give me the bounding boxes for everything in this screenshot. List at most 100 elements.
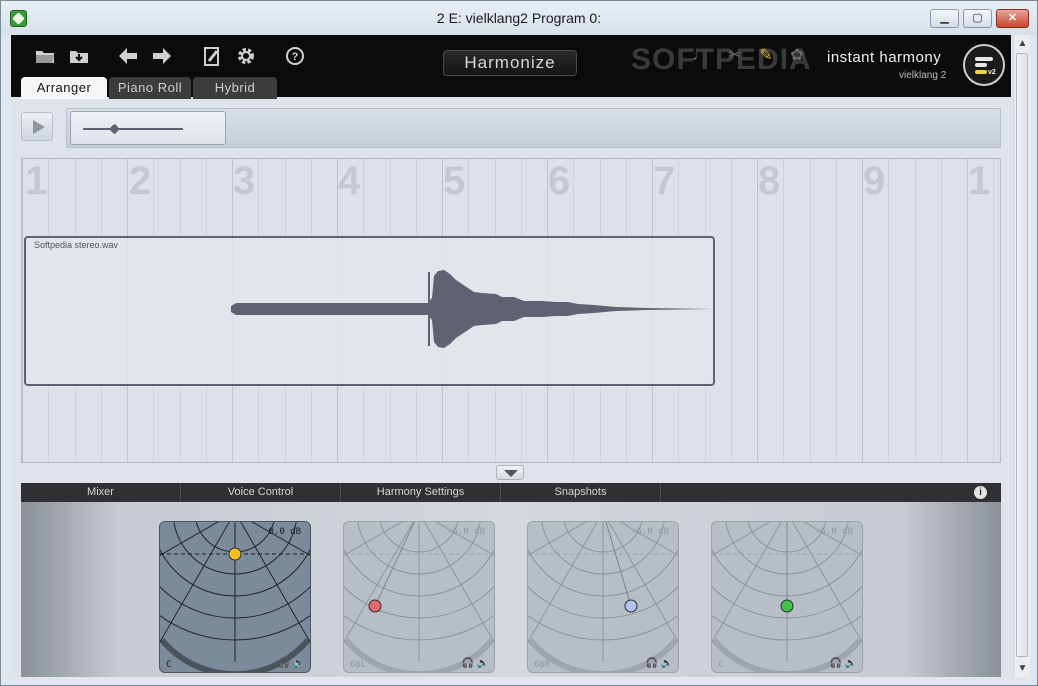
plugin-area: ? Harmonize SOFTPEDIA ♩ ✂ ✎ ✿ instant ha…	[11, 35, 1011, 677]
voice-pan: C	[166, 660, 172, 670]
speaker-icon[interactable]: 🔈	[661, 658, 673, 669]
header-bar: ? Harmonize SOFTPEDIA ♩ ✂ ✎ ✿ instant ha…	[11, 35, 1011, 99]
mixer-panel: 0.0 dB C 🎧 🔈 -6.0 dB 66L 🎧 🔈 -6.0 dB 66R…	[21, 502, 1001, 677]
ruler-number: 5	[443, 159, 466, 203]
gear-icon[interactable]	[235, 45, 257, 67]
tab-snapshots[interactable]: Snapshots	[501, 483, 661, 502]
pan-ray	[608, 522, 678, 643]
folder-save-icon[interactable]	[68, 45, 90, 67]
pan-ray	[424, 522, 494, 643]
watermark-text: SOFTPEDIA	[631, 43, 812, 76]
overview-waveform	[83, 124, 183, 134]
voice-volume: -6.0 dB	[631, 527, 669, 537]
voice-position-dot[interactable]	[368, 599, 382, 613]
ruler-number: 4	[338, 159, 361, 203]
info-icon[interactable]: i	[974, 486, 987, 499]
ruler-number: 7	[653, 159, 676, 203]
scrollbar-thumb[interactable]	[1016, 53, 1028, 657]
bar-line	[862, 159, 863, 462]
help-icon[interactable]: ?	[284, 45, 306, 67]
voice-volume: -6.0 dB	[815, 527, 853, 537]
audio-clip[interactable]: Softpedia stereo.wav	[24, 236, 715, 386]
beat-line	[731, 159, 732, 462]
voice-pan: 66R	[534, 660, 551, 670]
logo-badge: v2	[988, 69, 996, 76]
headphones-icon[interactable]: 🎧	[830, 658, 842, 669]
clip-waveform	[231, 270, 713, 348]
voice-pad-4[interactable]: -6.0 dB C 🎧 🔈	[711, 521, 863, 673]
metronome-icon[interactable]: ♩	[691, 47, 709, 65]
beat-line	[836, 159, 837, 462]
brand-logo: v2	[963, 44, 1005, 86]
speaker-icon[interactable]: 🔈	[477, 658, 489, 669]
ruler-number: 1	[968, 159, 991, 203]
title-bar: 2 E: vielklang2 Program 0: ▁ ▢ ✕	[1, 1, 1037, 35]
vertical-scrollbar[interactable]: ▲ ▼	[1013, 35, 1030, 677]
tab-voice-control[interactable]: Voice Control	[181, 483, 341, 502]
voice-position-dot[interactable]	[624, 599, 638, 613]
beat-line	[941, 159, 942, 462]
voice-pad-3[interactable]: -6.0 dB 66R 🎧 🔈	[527, 521, 679, 673]
overview-track[interactable]	[66, 108, 1001, 148]
voice-pan: 66L	[350, 660, 367, 670]
ruler-number: 2	[129, 159, 152, 203]
bar-line	[967, 159, 968, 462]
voice-pan: C	[718, 660, 724, 670]
tab-piano-roll[interactable]: Piano Roll	[109, 77, 191, 99]
beat-line	[993, 159, 994, 462]
voice-pad-2[interactable]: -6.0 dB 66L 🎧 🔈	[343, 521, 495, 673]
ruler-number: 6	[548, 159, 571, 203]
eraser-icon[interactable]: ✿	[788, 47, 806, 65]
pencil-icon[interactable]	[201, 45, 223, 67]
pan-ray	[344, 522, 414, 643]
svg-text:?: ?	[292, 51, 299, 63]
brand-subtitle: vielklang 2	[899, 70, 947, 81]
tab-mixer[interactable]: Mixer	[21, 483, 181, 502]
pan-ray	[712, 522, 782, 643]
voice-position-dot[interactable]	[228, 547, 242, 561]
tab-arranger[interactable]: Arranger	[21, 77, 107, 99]
pan-ray	[240, 522, 310, 643]
bar-line	[757, 159, 758, 462]
ruler-number: 3	[233, 159, 256, 203]
bar-line	[22, 159, 23, 462]
clip-name: Softpedia stereo.wav	[34, 240, 119, 250]
beat-line	[888, 159, 889, 462]
brand-name: instant harmony	[827, 49, 942, 66]
arrangement-area[interactable]: 1 2 3 4 5 6 7 8 9 1 Softpedia stereo.wav	[21, 158, 1001, 463]
pan-ray	[792, 522, 862, 643]
maximize-button[interactable]: ▢	[963, 9, 992, 28]
headphones-icon[interactable]: 🎧	[646, 658, 658, 669]
beat-line	[810, 159, 811, 462]
pencil-tool-icon[interactable]: ✎	[757, 47, 775, 65]
beat-line	[783, 159, 784, 462]
speaker-icon[interactable]: 🔈	[293, 658, 305, 669]
headphones-icon[interactable]: 🎧	[462, 658, 474, 669]
headphones-icon[interactable]: 🎧	[278, 658, 290, 669]
arrow-right-icon[interactable]	[151, 45, 173, 67]
app-window: 2 E: vielklang2 Program 0: ▁ ▢ ✕ ? Harmo…	[0, 0, 1038, 686]
pan-ray	[160, 522, 230, 643]
scroll-down-button[interactable]: ▼	[1014, 660, 1031, 677]
minimize-button[interactable]: ▁	[930, 9, 959, 28]
voice-connector	[605, 522, 632, 607]
speaker-icon[interactable]: 🔈	[845, 658, 857, 669]
collapse-panel-button[interactable]	[496, 465, 524, 480]
voice-volume: 0.0 dB	[268, 527, 301, 537]
voice-pad-1[interactable]: 0.0 dB C 🎧 🔈	[159, 521, 311, 673]
overview-viewport-handle[interactable]	[70, 111, 226, 145]
harmonize-button[interactable]: Harmonize	[443, 50, 577, 76]
arrow-left-icon[interactable]	[117, 45, 139, 67]
tab-hybrid[interactable]: Hybrid	[193, 77, 277, 99]
scroll-up-button[interactable]: ▲	[1014, 35, 1031, 52]
close-button[interactable]: ✕	[996, 9, 1029, 28]
pan-ray	[528, 522, 598, 643]
scissors-icon[interactable]: ✂	[726, 47, 744, 65]
voice-position-dot[interactable]	[780, 599, 794, 613]
folder-open-icon[interactable]	[34, 45, 56, 67]
play-button[interactable]	[21, 112, 53, 141]
tab-harmony-settings[interactable]: Harmony Settings	[341, 483, 501, 502]
beat-line	[915, 159, 916, 462]
ruler-number: 8	[758, 159, 781, 203]
ruler-number: 1	[25, 159, 48, 203]
